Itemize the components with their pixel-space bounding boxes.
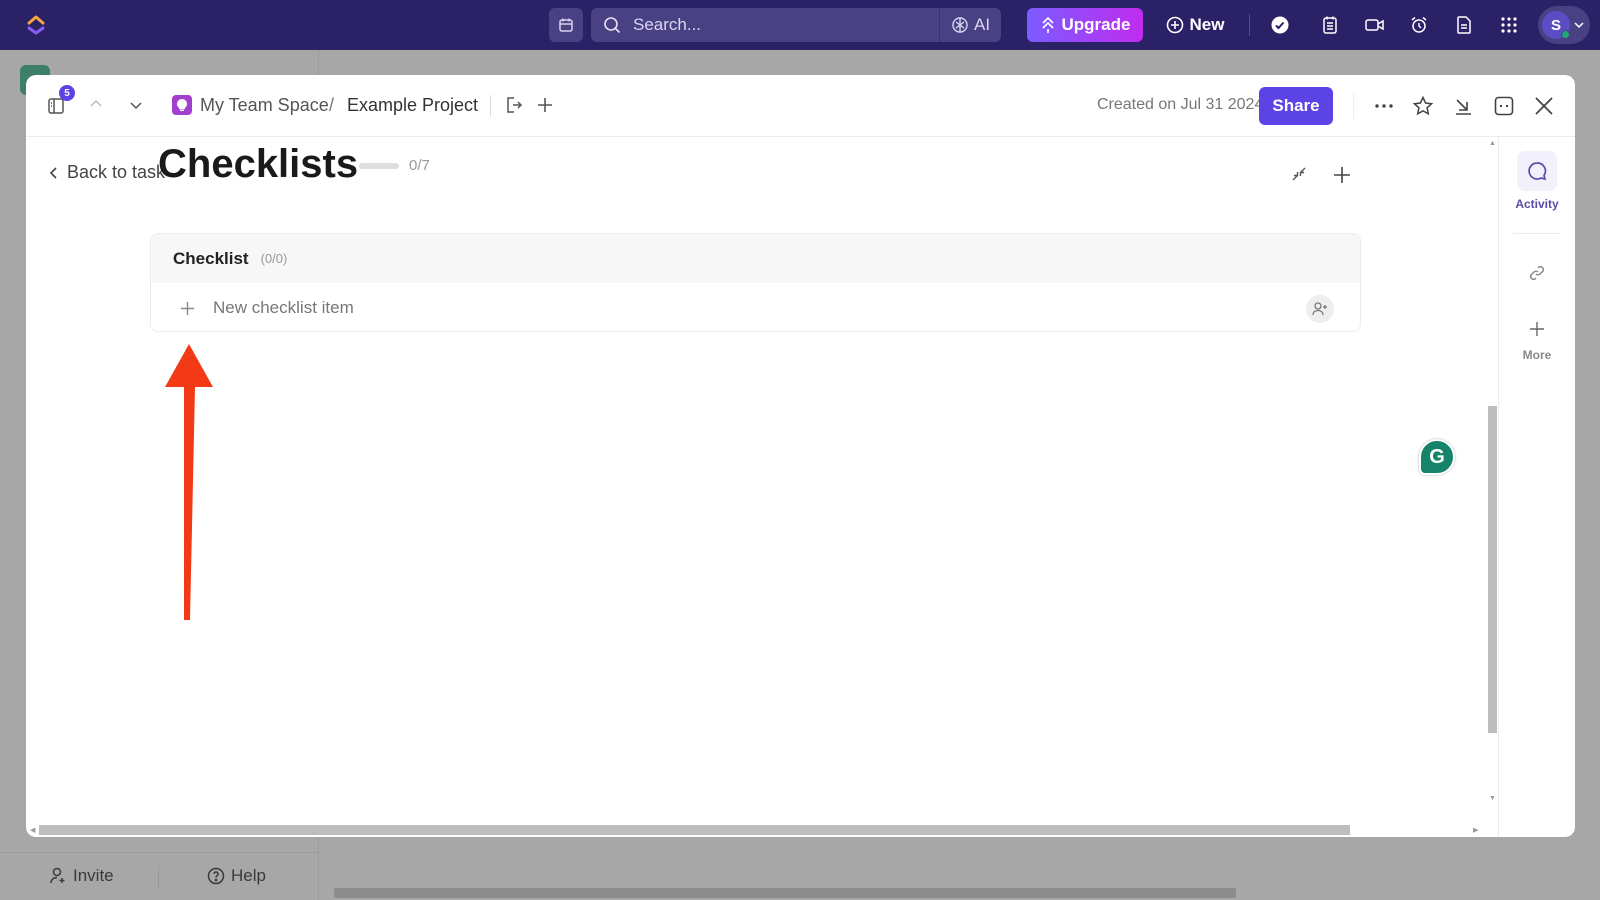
breadcrumb-space[interactable]: My Team Space — [200, 95, 329, 116]
annotation-arrow — [165, 344, 213, 620]
star-icon[interactable] — [1412, 95, 1434, 117]
online-status-dot — [1561, 30, 1570, 39]
calendar-icon — [558, 17, 574, 33]
calendar-button[interactable] — [549, 8, 583, 42]
help-icon — [207, 867, 225, 885]
clickup-logo-icon[interactable] — [24, 13, 48, 37]
notification-badge: 5 — [59, 85, 75, 101]
vertical-scrollbar-thumb[interactable] — [1488, 406, 1497, 733]
scroll-down-arrow[interactable]: ▼ — [1489, 795, 1496, 802]
expand-view-icon[interactable] — [1493, 95, 1515, 117]
chevron-up-icon[interactable] — [90, 99, 102, 107]
divider — [1353, 93, 1354, 119]
document-icon[interactable] — [1454, 15, 1474, 35]
horizontal-scrollbar[interactable]: ◀ ▶ — [26, 824, 1498, 836]
plus-icon[interactable] — [535, 95, 555, 115]
top-bar: Search... AI Upgrade New S — [0, 0, 1600, 50]
space-icon — [172, 95, 192, 115]
arrow-shape — [165, 344, 213, 620]
notepad-icon[interactable] — [1320, 15, 1340, 35]
link-icon[interactable] — [1525, 261, 1549, 285]
new-button[interactable]: New — [1163, 8, 1227, 42]
video-icon[interactable] — [1365, 15, 1385, 35]
activity-label: Activity — [1515, 197, 1559, 211]
ai-button[interactable]: AI — [951, 8, 990, 42]
created-date: Created on Jul 31 2024 — [1097, 96, 1264, 113]
ai-icon — [951, 16, 969, 34]
checklist-name[interactable]: Checklist — [173, 249, 249, 269]
upgrade-button[interactable]: Upgrade — [1027, 8, 1143, 42]
divider — [1513, 233, 1561, 234]
page-title: Checklists — [158, 142, 359, 186]
add-checklist-icon[interactable] — [1332, 165, 1352, 185]
horizontal-scrollbar-thumb[interactable] — [39, 825, 1350, 835]
task-modal: 5 My Team Space / Example Project Create… — [26, 75, 1575, 837]
chevron-left-icon — [49, 166, 57, 179]
divider — [490, 95, 491, 117]
breadcrumb-separator: / — [329, 95, 335, 115]
back-to-task-link[interactable]: Back to task — [49, 162, 165, 183]
activity-button[interactable]: Activity — [1499, 151, 1575, 211]
plus-icon — [1530, 322, 1544, 336]
modal-header: 5 My Team Space / Example Project Create… — [26, 75, 1575, 137]
user-plus-icon — [1312, 302, 1327, 316]
checklist-progress-bar — [359, 163, 399, 169]
plus-icon — [181, 301, 194, 315]
scroll-up-arrow[interactable]: ▲ — [1489, 140, 1496, 147]
checklist-header[interactable]: Checklist (0/0) — [151, 234, 1360, 283]
user-menu-button[interactable]: S — [1538, 6, 1590, 44]
search-placeholder: Search... — [633, 15, 702, 34]
help-button[interactable]: Help — [207, 866, 266, 886]
chat-bubble-icon — [1528, 162, 1547, 181]
collapse-icon[interactable] — [1291, 166, 1307, 182]
more-options-icon[interactable] — [1373, 96, 1395, 116]
more-button[interactable]: More — [1499, 322, 1575, 362]
right-rail: Activity More — [1498, 137, 1575, 837]
checklist-count: (0/0) — [260, 251, 288, 266]
user-plus-icon — [49, 867, 67, 885]
background-horizontal-scrollbar[interactable] — [334, 888, 1236, 898]
chevron-down-icon[interactable] — [130, 102, 142, 110]
move-out-icon[interactable] — [504, 95, 524, 115]
scroll-left-arrow[interactable]: ◀ — [30, 826, 35, 834]
checklist-card: Checklist (0/0) New checklist item — [150, 233, 1361, 332]
share-button[interactable]: Share — [1259, 87, 1333, 125]
minimize-to-tray-icon[interactable] — [1452, 95, 1474, 117]
scroll-right-arrow[interactable]: ▶ — [1473, 826, 1478, 834]
apps-grid-icon[interactable] — [1499, 15, 1519, 35]
upgrade-icon — [1040, 16, 1056, 34]
new-checklist-item-input[interactable]: New checklist item — [213, 298, 354, 318]
breadcrumb-project[interactable]: Example Project — [347, 95, 478, 116]
plus-circle-icon — [1166, 16, 1184, 34]
vertical-scrollbar[interactable]: ▲ ▼ — [1487, 138, 1497, 808]
grammarly-icon[interactable]: G — [1419, 439, 1455, 475]
chevron-down-icon — [1574, 21, 1584, 29]
alarm-clock-icon[interactable] — [1409, 15, 1429, 35]
divider — [1249, 14, 1250, 36]
activity-icon-wrap — [1517, 151, 1557, 191]
search-icon — [603, 16, 621, 34]
invite-button[interactable]: Invite — [49, 866, 114, 886]
new-checklist-item-row[interactable]: New checklist item — [151, 283, 1360, 331]
divider — [158, 866, 159, 888]
background-bottom-divider — [0, 852, 318, 853]
assign-user-button[interactable] — [1306, 295, 1334, 323]
close-icon[interactable] — [1533, 95, 1555, 117]
check-circle-icon[interactable] — [1270, 15, 1290, 35]
divider — [939, 8, 940, 42]
progress-count: 0/7 — [409, 157, 430, 174]
search-input[interactable]: Search... AI — [591, 8, 1001, 42]
more-label: More — [1522, 348, 1552, 362]
